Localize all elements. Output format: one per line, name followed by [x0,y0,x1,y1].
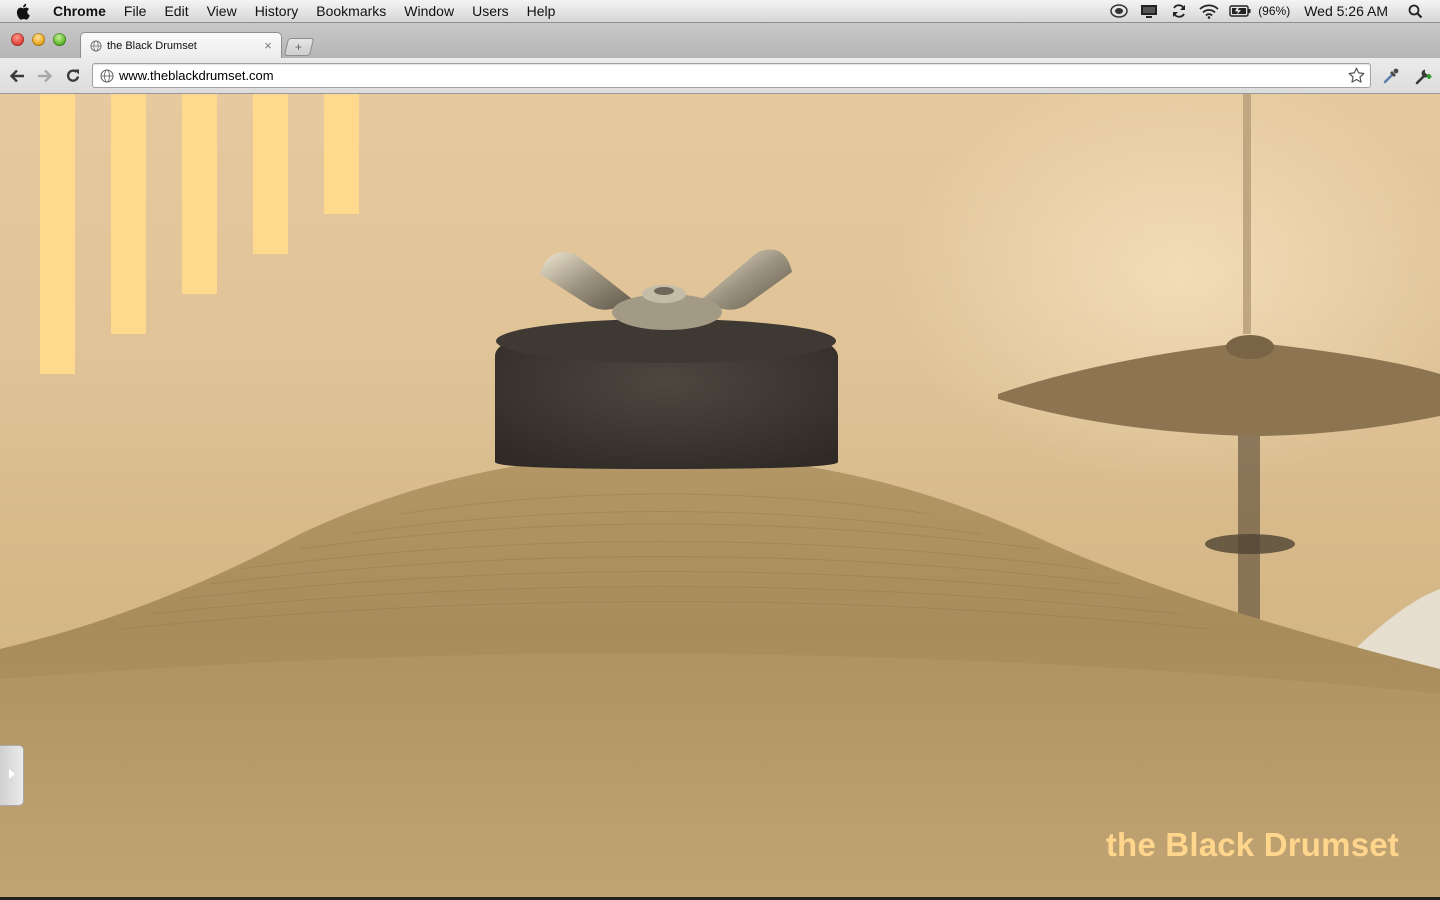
browser-toolbar: www.theblackdrumset.com [0,58,1440,94]
menu-app-name[interactable]: Chrome [44,0,115,22]
globe-icon [89,39,103,53]
menu-file[interactable]: File [115,0,156,22]
menu-window[interactable]: Window [395,0,463,22]
reload-button[interactable] [62,65,84,87]
wing-nut [540,252,632,310]
menu-view[interactable]: View [198,0,246,22]
equalizer-bar [324,94,359,214]
window-controls [11,33,74,46]
battery-icon[interactable] [1228,0,1252,22]
display-icon[interactable] [1138,0,1160,22]
bookmark-star-icon[interactable] [1345,67,1367,84]
apple-logo-icon[interactable] [0,0,44,22]
back-button[interactable] [6,65,28,87]
equalizer-bar [40,94,75,374]
tab-strip: the Black Drumset × + [0,23,1440,58]
menu-history[interactable]: History [246,0,308,22]
menubar-clock[interactable]: Wed 5:26 AM [1304,3,1388,19]
tab-the-black-drumset[interactable]: the Black Drumset × [80,32,282,58]
hihat-cymbal [998,342,1440,436]
plus-icon: + [295,40,303,54]
time-machine-icon[interactable] [1108,0,1130,22]
site-title[interactable]: the Black Drumset [1106,826,1399,864]
menu-users[interactable]: Users [463,0,518,22]
menu-bookmarks[interactable]: Bookmarks [307,0,395,22]
window-minimize-button[interactable] [32,33,45,46]
page-viewport: the Black Drumset [0,94,1440,897]
battery-percent: (96%) [1258,4,1291,18]
page-info-icon[interactable] [99,68,115,84]
hihat-rod [1243,94,1251,334]
tab-close-icon[interactable]: × [261,38,275,53]
wifi-icon[interactable] [1198,0,1220,22]
eyedropper-extension-icon[interactable] [1380,65,1402,87]
chevron-right-icon [8,767,16,785]
side-panel-toggle[interactable] [0,745,24,806]
tab-title: the Black Drumset [107,39,197,52]
menu-edit[interactable]: Edit [155,0,197,22]
menu-bar: Chrome File Edit View History Bookmarks … [0,0,1440,23]
window-zoom-button[interactable] [53,33,66,46]
menu-help[interactable]: Help [518,0,565,22]
new-tab-button[interactable]: + [283,38,315,56]
equalizer-bar [111,94,146,334]
equalizer-bar [253,94,288,254]
menubar-status-area: (96%) Wed 5:26 AM [1104,0,1440,22]
url-text[interactable]: www.theblackdrumset.com [119,68,1345,83]
window-close-button[interactable] [11,33,24,46]
address-bar[interactable]: www.theblackdrumset.com [92,63,1371,88]
equalizer-bar [182,94,217,294]
forward-button[interactable] [34,65,56,87]
spotlight-search-icon[interactable] [1404,0,1426,22]
sync-icon[interactable] [1168,0,1190,22]
wrench-menu-icon[interactable] [1412,65,1434,87]
